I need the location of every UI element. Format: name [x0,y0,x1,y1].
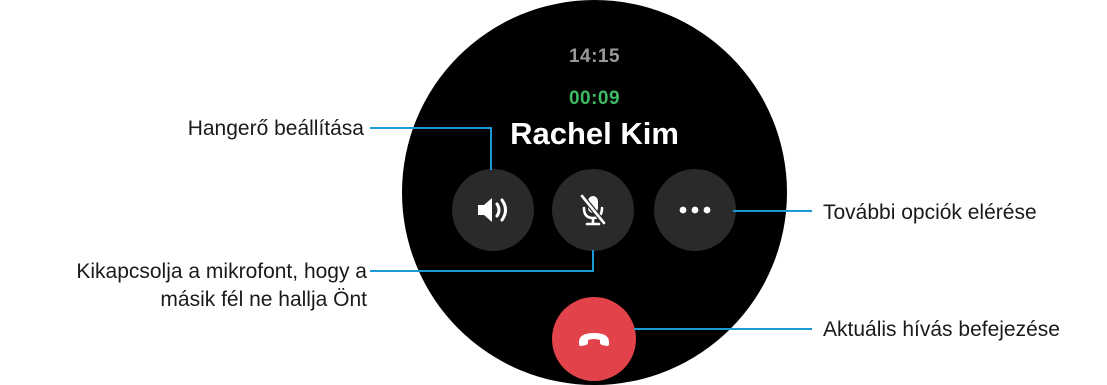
end-call-button[interactable] [552,297,636,381]
end-call-callout-label: Aktuális hívás befejezése [823,318,1060,341]
speaker-volume-icon [478,198,507,222]
mute-callout-label: Kikapcsolja a mikrofont, hogy a másik fé… [76,258,367,314]
mute-callout-line2: másik fél ne hallja Önt [160,288,367,311]
mute-callout-line1: Kikapcsolja a mikrofont, hogy a [76,260,367,283]
volume-callout-label: Hangerő beállítása [187,117,364,140]
watch-face: 14:15 00:09 Rachel Kim [402,0,787,385]
phone-hangup-icon [579,333,609,346]
mute-microphone-button[interactable] [552,169,634,251]
volume-button[interactable] [452,169,534,251]
more-options-button[interactable] [654,169,736,251]
more-options-icon [679,206,711,214]
more-callout-label: További opciók elérése [823,201,1037,224]
call-duration: 00:09 [568,88,621,109]
microphone-muted-icon [580,194,606,226]
clock-time: 14:15 [568,46,621,67]
caller-name: Rachel Kim [510,116,679,151]
